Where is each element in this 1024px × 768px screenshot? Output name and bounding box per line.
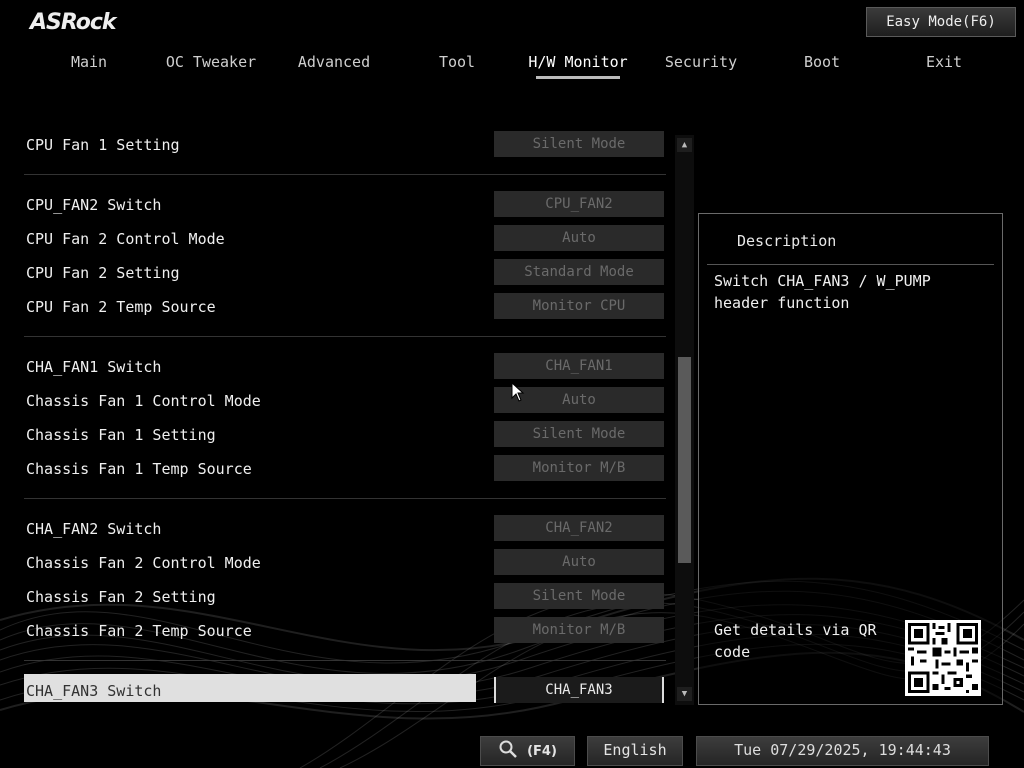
setting-label: Chassis Fan 1 Control Mode xyxy=(26,392,261,410)
setting-value[interactable]: Auto xyxy=(494,225,664,251)
setting-label: CHA_FAN1 Switch xyxy=(26,358,162,376)
setting-label: CPU_FAN2 Switch xyxy=(26,196,162,214)
settings-list: CPU Fan 1 Setting Silent Mode CPU_FAN2 Sw… xyxy=(0,125,700,715)
setting-value[interactable]: Standard Mode xyxy=(494,259,664,285)
setting-value[interactable]: Monitor CPU xyxy=(494,293,664,319)
setting-label: CHA_FAN3 Switch xyxy=(26,682,162,700)
datetime-display[interactable]: Tue 07/29/2025, 19:44:43 xyxy=(696,736,989,766)
description-text: Switch CHA_FAN3 / W_PUMP header function xyxy=(714,272,931,312)
setting-value[interactable]: Silent Mode xyxy=(494,131,664,157)
group-divider xyxy=(24,336,666,337)
setting-label: CPU Fan 2 Setting xyxy=(26,264,180,282)
group-divider xyxy=(24,498,666,499)
setting-label: CPU Fan 2 Temp Source xyxy=(26,298,216,316)
setting-row[interactable]: CPU Fan 2 Control Mode Auto xyxy=(24,225,684,255)
group-divider xyxy=(24,174,666,175)
setting-row[interactable]: CHA_FAN1 Switch CHA_FAN1 xyxy=(24,353,684,383)
scrollbar[interactable]: ▲ ▼ xyxy=(675,135,694,705)
setting-label: Chassis Fan 2 Setting xyxy=(26,588,216,606)
setting-value[interactable]: CHA_FAN2 xyxy=(494,515,664,541)
scroll-down-icon[interactable]: ▼ xyxy=(677,687,692,701)
tab-hw-monitor[interactable]: H/W Monitor xyxy=(523,52,633,79)
tab-advanced[interactable]: Advanced xyxy=(279,52,389,72)
search-icon xyxy=(498,740,527,759)
setting-row-selected[interactable]: CHA_FAN3 Switch CHA_FAN3 xyxy=(24,674,684,707)
setting-row[interactable]: Chassis Fan 1 Control Mode Auto xyxy=(24,387,684,417)
setting-value[interactable]: Auto xyxy=(494,549,664,575)
setting-row[interactable]: Chassis Fan 2 Temp Source Monitor M/B xyxy=(24,617,684,647)
setting-value[interactable]: CPU_FAN2 xyxy=(494,191,664,217)
active-tab-underline xyxy=(536,76,620,79)
mouse-cursor-icon xyxy=(511,382,525,402)
setting-value[interactable]: CHA_FAN3 xyxy=(494,677,664,703)
scrollbar-thumb[interactable] xyxy=(678,357,691,563)
setting-label: Chassis Fan 2 Temp Source xyxy=(26,622,252,640)
setting-row[interactable]: CHA_FAN2 Switch CHA_FAN2 xyxy=(24,515,684,545)
setting-row[interactable]: Chassis Fan 1 Temp Source Monitor M/B xyxy=(24,455,684,485)
setting-label: Chassis Fan 1 Setting xyxy=(26,426,216,444)
description-divider xyxy=(707,264,994,265)
setting-label: CPU Fan 2 Control Mode xyxy=(26,230,225,248)
tab-oc-tweaker[interactable]: OC Tweaker xyxy=(156,52,266,72)
easy-mode-button[interactable]: Easy Mode(F6) xyxy=(866,7,1016,37)
setting-row[interactable]: CPU_FAN2 Switch CPU_FAN2 xyxy=(24,191,684,221)
description-panel: Description Switch CHA_FAN3 / W_PUMP hea… xyxy=(698,213,1003,705)
setting-row[interactable]: CPU Fan 1 Setting Silent Mode xyxy=(24,131,684,161)
setting-value[interactable]: Silent Mode xyxy=(494,421,664,447)
tab-exit[interactable]: Exit xyxy=(889,52,999,72)
group-divider xyxy=(24,660,666,661)
setting-label: Chassis Fan 2 Control Mode xyxy=(26,554,261,572)
setting-label: CHA_FAN2 Switch xyxy=(26,520,162,538)
setting-value[interactable]: Monitor M/B xyxy=(494,455,664,481)
language-button[interactable]: English xyxy=(587,736,683,766)
tab-boot[interactable]: Boot xyxy=(767,52,877,72)
setting-row[interactable]: Chassis Fan 1 Setting Silent Mode xyxy=(24,421,684,451)
setting-row[interactable]: CPU Fan 2 Temp Source Monitor CPU xyxy=(24,293,684,323)
description-title: Description xyxy=(737,232,837,250)
setting-value[interactable]: Silent Mode xyxy=(494,583,664,609)
tab-main[interactable]: Main xyxy=(34,52,144,72)
setting-label: Chassis Fan 1 Temp Source xyxy=(26,460,252,478)
brand-logo: ASRock xyxy=(30,10,117,35)
setting-label: CPU Fan 1 Setting xyxy=(26,136,180,154)
qr-caption: Get details via QR code xyxy=(714,621,877,661)
setting-value[interactable]: Monitor M/B xyxy=(494,617,664,643)
search-button[interactable]: (F4) xyxy=(480,736,575,766)
qr-code-icon xyxy=(905,620,981,696)
setting-value[interactable]: CHA_FAN1 xyxy=(494,353,664,379)
search-key-label: (F4) xyxy=(527,744,557,759)
setting-row[interactable]: CPU Fan 2 Setting Standard Mode xyxy=(24,259,684,289)
main-nav: Main OC Tweaker Advanced Tool H/W Monito… xyxy=(0,52,1024,82)
tab-security[interactable]: Security xyxy=(646,52,756,72)
scroll-up-icon[interactable]: ▲ xyxy=(677,138,692,152)
tab-tool[interactable]: Tool xyxy=(402,52,512,72)
setting-row[interactable]: Chassis Fan 2 Control Mode Auto xyxy=(24,549,684,579)
setting-row[interactable]: Chassis Fan 2 Setting Silent Mode xyxy=(24,583,684,613)
